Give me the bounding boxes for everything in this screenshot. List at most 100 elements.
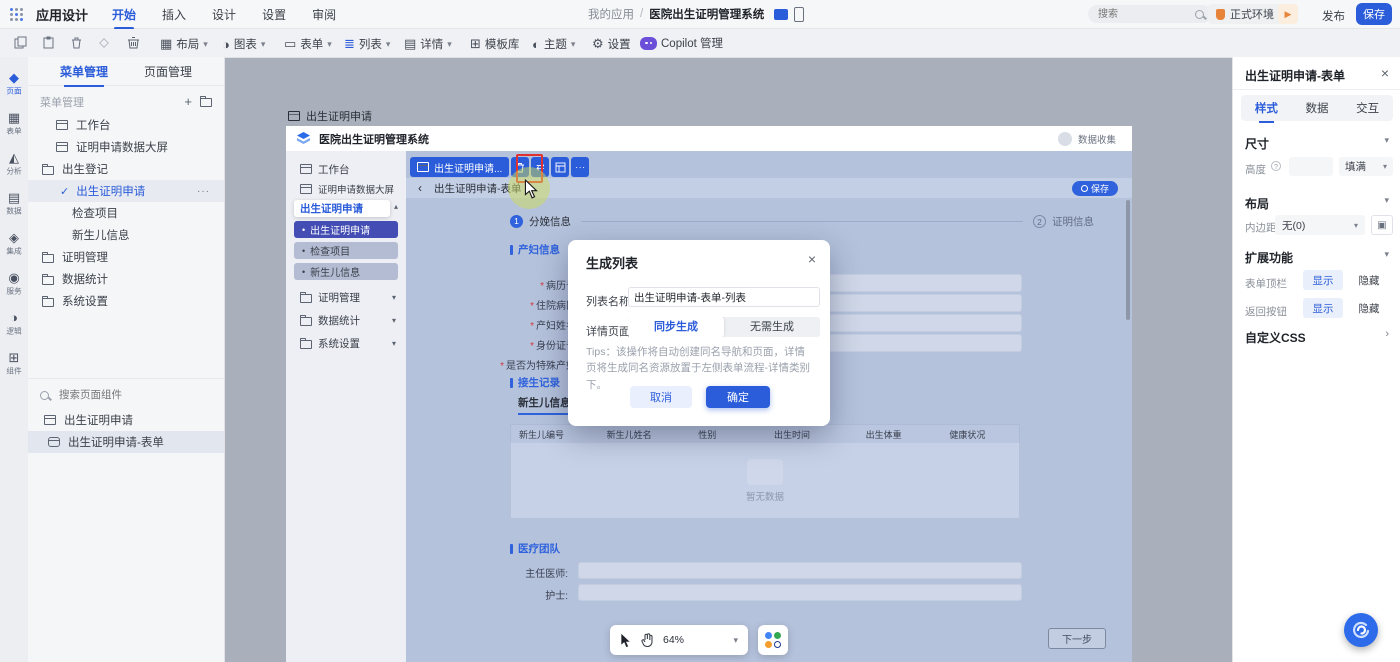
tree-item-workbench[interactable]: 工作台 bbox=[28, 114, 224, 136]
chevron-right-icon[interactable]: › bbox=[1385, 328, 1389, 340]
preview-menu-group-popover[interactable]: 出生证明申请 bbox=[294, 200, 390, 217]
ribbon-group-copilot[interactable]: Copilot 管理 bbox=[640, 35, 723, 51]
tab-insert[interactable]: 插入 bbox=[162, 6, 186, 23]
tree-item-birth-certificate-application[interactable]: ✓ 出生证明申请 ··· bbox=[28, 180, 224, 202]
chevron-up-icon[interactable]: ▴ bbox=[394, 202, 398, 211]
preview-save-button[interactable]: 保存 bbox=[1072, 180, 1118, 196]
ribbon-group-layout[interactable]: ▦ 布局 ▾ bbox=[160, 36, 208, 52]
preview-menu-group-data-stats[interactable]: 数据统计 ▾ bbox=[286, 310, 406, 330]
canvas-scrollbar[interactable] bbox=[1126, 200, 1130, 320]
custom-css-label[interactable]: 自定义CSS bbox=[1245, 329, 1306, 346]
breadcrumb-parent[interactable]: 我的应用 bbox=[588, 6, 634, 22]
pan-hand-icon[interactable] bbox=[641, 633, 653, 647]
height-fit-select[interactable]: 填满 ▾ bbox=[1339, 157, 1393, 176]
zoom-value[interactable]: 64% bbox=[663, 634, 684, 646]
component-item-form[interactable]: 出生证明申请-表单 bbox=[28, 431, 224, 453]
canvas-page-tab[interactable]: 出生证明申请 bbox=[288, 108, 372, 124]
ribbon-group-detail[interactable]: ▤ 详情 ▾ bbox=[404, 36, 452, 52]
mobile-view-icon[interactable] bbox=[794, 6, 805, 22]
format-brush-icon[interactable] bbox=[98, 37, 110, 49]
chevron-down-icon[interactable]: ▾ bbox=[1384, 135, 1389, 146]
add-folder-icon[interactable] bbox=[200, 95, 212, 107]
ribbon-group-list[interactable]: ≣ 列表 ▾ bbox=[344, 36, 390, 52]
chevron-down-icon[interactable]: ▾ bbox=[1384, 249, 1389, 260]
rail-item-components[interactable]: ⊞ 组件 bbox=[0, 351, 28, 377]
global-search[interactable] bbox=[1088, 5, 1212, 23]
close-icon[interactable]: × bbox=[1381, 65, 1389, 81]
tab-page-management[interactable]: 页面管理 bbox=[144, 63, 192, 80]
add-menu-icon[interactable]: + bbox=[184, 95, 192, 108]
assistant-chat-button[interactable] bbox=[1344, 613, 1378, 647]
rail-item-logic[interactable]: ◑ 逻辑 bbox=[0, 311, 28, 337]
tab-settings[interactable]: 设置 bbox=[262, 6, 286, 23]
delete-icon[interactable] bbox=[70, 36, 83, 49]
list-name-input[interactable] bbox=[628, 287, 820, 307]
cancel-button[interactable]: 取消 bbox=[630, 386, 692, 408]
back-button-show[interactable]: 显示 bbox=[1303, 298, 1343, 318]
tree-item-dashboard[interactable]: 证明申请数据大屏 bbox=[28, 136, 224, 158]
tree-folder-system-settings[interactable]: 系统设置 bbox=[28, 290, 224, 312]
preview-menu-group-sys-settings[interactable]: 系统设置 ▾ bbox=[286, 333, 406, 353]
selected-component-chip[interactable]: 出生证明申请... bbox=[410, 157, 510, 177]
preview-play-button[interactable]: ▶ bbox=[1278, 4, 1298, 24]
tree-folder-certificate-management[interactable]: 证明管理 bbox=[28, 246, 224, 268]
preview-menu-item-birth-cert-selected[interactable]: • 出生证明申请 bbox=[294, 221, 398, 238]
form-topbar-show[interactable]: 显示 bbox=[1303, 270, 1343, 290]
publish-button[interactable]: 发布 bbox=[1322, 8, 1345, 24]
padding-select[interactable]: 无(0) ▾ bbox=[1275, 215, 1365, 235]
rail-item-data[interactable]: ▤ 数据 bbox=[0, 191, 28, 217]
copy-icon[interactable] bbox=[14, 36, 27, 49]
info-icon[interactable]: ? bbox=[1271, 161, 1281, 171]
more-icon[interactable]: ··· bbox=[197, 186, 210, 197]
paste-icon[interactable] bbox=[42, 36, 55, 49]
ribbon-group-settings[interactable]: ⚙ 设置 bbox=[592, 36, 631, 52]
search-input[interactable] bbox=[1096, 7, 1180, 21]
tab-review[interactable]: 审阅 bbox=[312, 6, 336, 23]
ribbon-group-theme[interactable]: ◐ 主题 ▾ bbox=[532, 36, 575, 52]
preview-menu-workbench[interactable]: 工作台 bbox=[286, 159, 406, 179]
tab-style[interactable]: 样式 bbox=[1255, 100, 1278, 123]
rail-item-forms[interactable]: ▦ 表单 bbox=[0, 111, 28, 137]
option-no-generate[interactable]: 无需生成 bbox=[724, 317, 820, 337]
rail-item-integration[interactable]: ◈ 集成 bbox=[0, 231, 28, 257]
rail-item-pages[interactable]: ◆ 页面 bbox=[0, 71, 28, 97]
ribbon-group-form[interactable]: ▭ 表单 ▾ bbox=[284, 36, 332, 52]
tree-item-newborn-info[interactable]: 新生儿信息 bbox=[28, 224, 224, 246]
tab-interaction[interactable]: 交互 bbox=[1356, 100, 1379, 116]
tree-folder-data-statistics[interactable]: 数据统计 bbox=[28, 268, 224, 290]
preview-menu-item-newborn-info[interactable]: • 新生儿信息 bbox=[294, 263, 398, 280]
replace-component-button[interactable]: ⇄ bbox=[531, 157, 550, 177]
app-grid-icon[interactable] bbox=[10, 7, 26, 21]
field-input-chief-doctor[interactable] bbox=[578, 562, 1022, 579]
tab-design[interactable]: 设计 bbox=[212, 6, 236, 23]
recycle-bin-icon[interactable] bbox=[126, 35, 141, 50]
back-button-hide[interactable]: 隐藏 bbox=[1349, 298, 1389, 318]
ribbon-group-templates[interactable]: ⊞ 模板库 bbox=[470, 36, 519, 52]
close-icon[interactable]: × bbox=[808, 251, 816, 267]
field-input-nurse[interactable] bbox=[578, 584, 1022, 601]
avatar[interactable] bbox=[1058, 131, 1072, 146]
component-item-page[interactable]: 出生证明申请 bbox=[28, 409, 224, 431]
delete-component-button[interactable] bbox=[511, 157, 530, 177]
next-step-button[interactable]: 下一步 bbox=[1048, 628, 1106, 649]
more-actions-button[interactable]: ··· bbox=[571, 157, 590, 177]
preview-menu-item-check-items[interactable]: • 检查项目 bbox=[294, 242, 398, 259]
widgets-button[interactable] bbox=[758, 625, 788, 655]
rail-item-analysis[interactable]: ◭ 分析 bbox=[0, 151, 28, 177]
search-icon[interactable] bbox=[1195, 9, 1204, 19]
height-input[interactable] bbox=[1289, 157, 1333, 176]
chevron-down-icon[interactable]: ▾ bbox=[1384, 195, 1389, 206]
tree-item-check-items[interactable]: 检查项目 bbox=[28, 202, 224, 224]
tab-newborn-info[interactable]: 新生儿信息 bbox=[518, 395, 571, 415]
tab-menu-management[interactable]: 菜单管理 bbox=[60, 63, 108, 87]
component-search[interactable] bbox=[40, 386, 212, 404]
desktop-view-icon[interactable] bbox=[774, 8, 789, 20]
back-icon[interactable]: ‹ bbox=[418, 181, 422, 195]
save-button[interactable]: 保存 bbox=[1356, 3, 1392, 25]
generate-list-button[interactable] bbox=[551, 157, 570, 177]
confirm-button[interactable]: 确定 bbox=[706, 386, 770, 408]
padding-detail-button[interactable]: ▣ bbox=[1371, 215, 1393, 235]
form-topbar-hide[interactable]: 隐藏 bbox=[1349, 270, 1389, 290]
preview-menu-dashboard[interactable]: 证明申请数据大屏 bbox=[286, 179, 406, 199]
tab-data[interactable]: 数据 bbox=[1305, 100, 1328, 116]
